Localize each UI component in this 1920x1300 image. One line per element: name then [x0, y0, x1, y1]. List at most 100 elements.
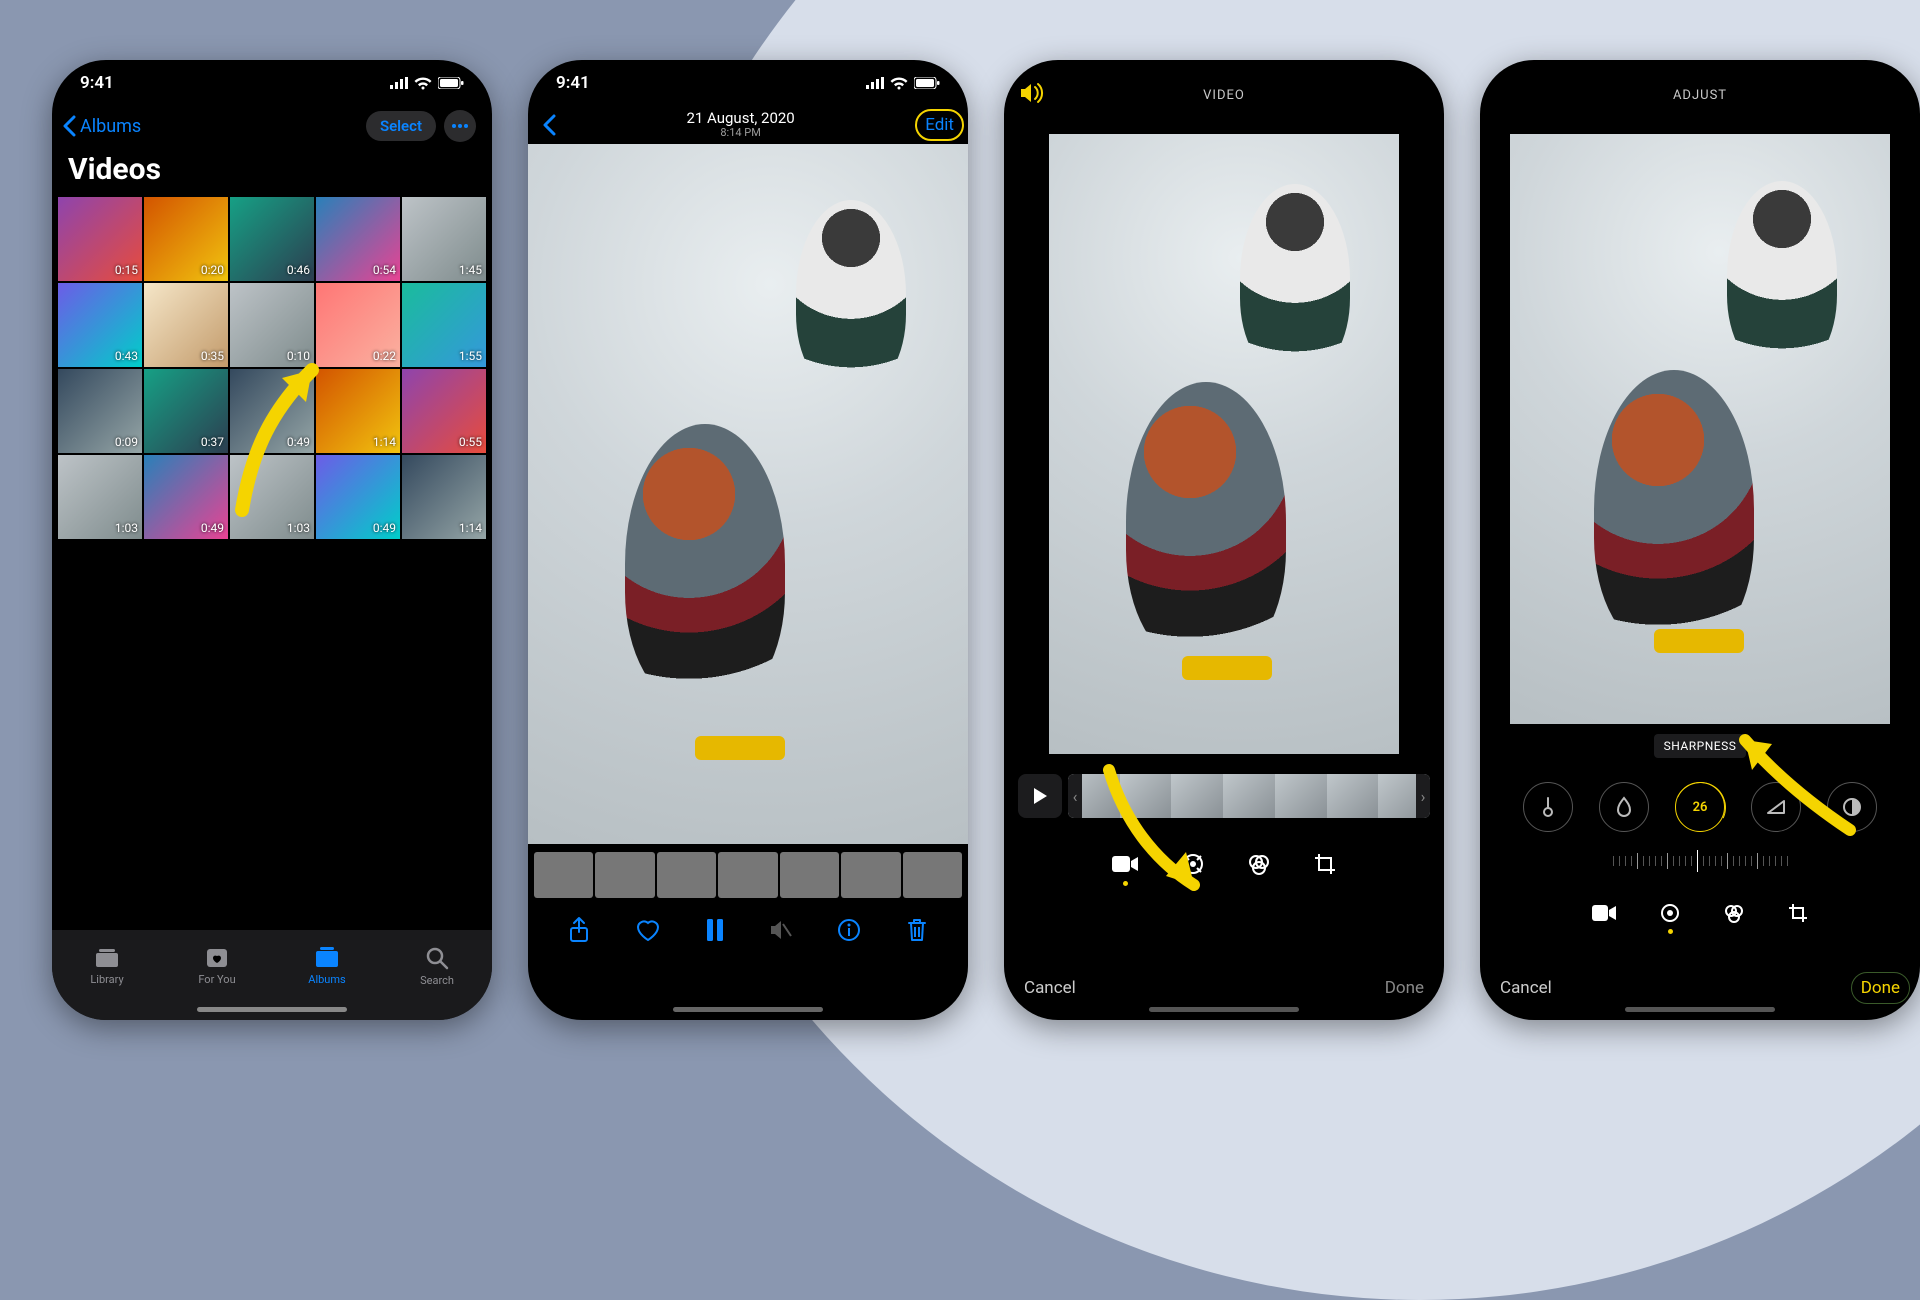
battery-icon [914, 77, 940, 89]
trim-timeline: ‹ › [1018, 774, 1430, 818]
scrubber-frame [657, 852, 716, 898]
phone-adjust-editor: ADJUST SHARPNESS 26 [1480, 60, 1920, 1020]
page-title: Videos [52, 148, 492, 197]
video-thumb[interactable]: 0:15 [58, 197, 142, 281]
video-thumb[interactable]: 0:37 [144, 369, 228, 453]
phone-video-viewer: 9:41 21 August, 2020 8:14 PM Edit [528, 60, 968, 1020]
wifi-icon [414, 77, 432, 90]
status-indicators [390, 77, 464, 90]
video-thumb[interactable]: 1:03 [58, 455, 142, 539]
edit-button[interactable]: Edit [925, 115, 954, 135]
scrubber-frame [595, 852, 654, 898]
video-thumb[interactable]: 0:49 [230, 369, 314, 453]
video-thumb[interactable]: 0:43 [58, 283, 142, 367]
video-thumb[interactable]: 1:55 [402, 283, 486, 367]
cellular-icon [390, 77, 408, 89]
video-thumb[interactable]: 1:14 [402, 455, 486, 539]
tab-library[interactable]: Library [52, 930, 162, 1002]
back-button[interactable] [542, 114, 556, 136]
nav-bar: Albums Select [52, 106, 492, 148]
more-button[interactable] [444, 110, 476, 142]
mode-video[interactable] [1111, 852, 1139, 876]
home-indicator [197, 1007, 347, 1012]
info-button[interactable] [837, 918, 861, 942]
video-thumb[interactable]: 0:54 [316, 197, 400, 281]
library-icon [94, 947, 120, 969]
nav-bar: 21 August, 2020 8:14 PM Edit [528, 106, 968, 144]
mode-adjust[interactable] [1181, 852, 1205, 876]
delete-button[interactable] [906, 917, 928, 943]
mode-crop[interactable] [1313, 852, 1337, 876]
battery-icon [438, 77, 464, 89]
scrubber-frame [841, 852, 900, 898]
trim-handle-left[interactable]: ‹ [1068, 774, 1082, 818]
video-thumb[interactable]: 1:45 [402, 197, 486, 281]
video-preview[interactable] [528, 144, 968, 844]
video-thumb[interactable]: 1:14 [316, 369, 400, 453]
video-preview[interactable] [1510, 134, 1890, 724]
thumbnail-scrubber[interactable] [528, 844, 968, 906]
scrubber-frame [718, 852, 777, 898]
status-indicators [866, 77, 940, 90]
video-thumb[interactable]: 0:55 [402, 369, 486, 453]
video-preview[interactable] [1049, 134, 1399, 754]
play-button[interactable] [1018, 774, 1062, 818]
search-icon [425, 946, 449, 970]
video-thumb[interactable]: 0:10 [230, 283, 314, 367]
phone-video-editor: VIDEO ‹ › Cancel [1004, 60, 1444, 1020]
video-thumb[interactable]: 0:46 [230, 197, 314, 281]
done-button[interactable]: Done [1385, 978, 1424, 998]
video-thumb[interactable]: 0:49 [144, 455, 228, 539]
mode-crop[interactable] [1787, 902, 1809, 924]
adjust-slider[interactable] [1510, 846, 1890, 876]
pause-button[interactable] [706, 919, 724, 941]
select-button[interactable]: Select [366, 111, 436, 141]
scrubber-frame [534, 852, 593, 898]
scrubber-frame [903, 852, 962, 898]
favorite-button[interactable] [635, 918, 661, 942]
editor-mode-tabs [1004, 852, 1444, 876]
video-thumb[interactable]: 0:35 [144, 283, 228, 367]
mode-filters[interactable] [1723, 902, 1745, 924]
done-button[interactable]: Done [1861, 978, 1900, 998]
cancel-button[interactable]: Cancel [1024, 978, 1076, 998]
status-bar: 9:41 [528, 60, 968, 106]
nav-title: 21 August, 2020 8:14 PM [686, 110, 794, 140]
editor-mode-tabs [1480, 902, 1920, 924]
share-button[interactable] [568, 916, 590, 944]
editor-mode-label: ADJUST [1673, 88, 1727, 103]
status-time: 9:41 [80, 73, 114, 93]
video-thumb[interactable]: 0:09 [58, 369, 142, 453]
chevron-left-icon [62, 115, 76, 137]
tab-search[interactable]: Search [382, 930, 492, 1002]
video-thumb[interactable]: 0:20 [144, 197, 228, 281]
adjust-dials: 26 [1480, 782, 1920, 832]
video-thumb[interactable]: 1:03 [230, 455, 314, 539]
video-thumb[interactable]: 0:49 [316, 455, 400, 539]
home-indicator [1625, 1007, 1775, 1012]
dial-definition[interactable] [1751, 782, 1801, 832]
tab-albums[interactable]: Albums [272, 930, 382, 1002]
video-thumb[interactable]: 0:22 [316, 283, 400, 367]
back-button[interactable]: Albums [62, 115, 141, 137]
editor-footer: Cancel Done [1480, 978, 1920, 998]
wifi-icon [890, 77, 908, 90]
trim-handle-right[interactable]: › [1416, 774, 1430, 818]
trim-strip[interactable]: ‹ › [1068, 774, 1430, 818]
mode-video[interactable] [1591, 902, 1617, 924]
dial-sharpness[interactable]: 26 [1675, 782, 1725, 832]
editor-footer: Cancel Done [1004, 978, 1444, 998]
dial-warmth[interactable] [1523, 782, 1573, 832]
ellipsis-icon [452, 124, 468, 128]
cellular-icon [866, 77, 884, 89]
mute-button[interactable] [768, 919, 792, 941]
dial-tint[interactable] [1599, 782, 1649, 832]
cancel-button[interactable]: Cancel [1500, 978, 1552, 998]
dial-noise-reduction[interactable] [1827, 782, 1877, 832]
volume-button[interactable] [1018, 82, 1044, 104]
video-grid: 0:15 0:20 0:46 0:54 1:45 0:43 0:35 0:10 … [52, 197, 492, 539]
mode-filters[interactable] [1247, 852, 1271, 876]
tab-for-you[interactable]: For You [162, 930, 272, 1002]
mode-adjust[interactable] [1659, 902, 1681, 924]
home-indicator [673, 1007, 823, 1012]
